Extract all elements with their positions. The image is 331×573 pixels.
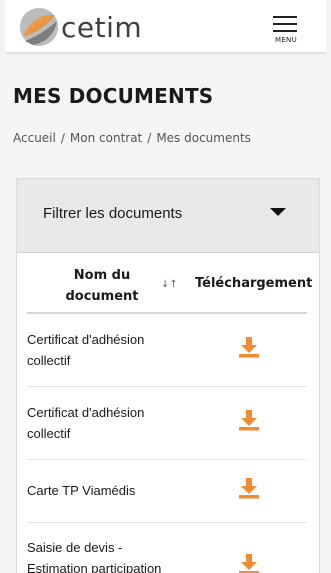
document-name-line: Carte TP Viamédis: [27, 483, 136, 498]
document-name-line: Estimation participation: [27, 561, 162, 573]
breadcrumb: Accueil / Mon contrat / Mes documents: [13, 131, 251, 145]
hamburger-icon-bar: [273, 30, 297, 32]
column-header-name-line2: document: [65, 289, 139, 304]
column-header-download: Téléchargement: [195, 276, 313, 291]
hamburger-icon-bar: [273, 23, 297, 25]
filter-toggle[interactable]: Filtrer les documents: [17, 179, 319, 253]
download-icon[interactable]: [238, 477, 260, 499]
breadcrumb-home-link[interactable]: Accueil: [13, 131, 56, 145]
breadcrumb-separator: /: [60, 131, 65, 145]
download-icon[interactable]: [238, 409, 260, 431]
breadcrumb-separator: /: [147, 131, 152, 145]
top-header: cetim MENU: [5, 0, 326, 52]
download-icon[interactable]: [238, 336, 260, 358]
app-frame: cetim MENU MES DOCUMENTS Accueil / Mon con…: [5, 0, 326, 573]
breadcrumb-current: Mes documents: [156, 131, 251, 145]
table-row: Certificat d'adhésion collectif: [27, 387, 307, 460]
document-name-line: Saisie de devis -: [27, 540, 123, 555]
documents-card: Filtrer les documents Nom du document ↓↑…: [16, 178, 320, 573]
document-name-line: Certificat d'adhésion: [27, 405, 145, 420]
document-name-line: collectif: [27, 353, 71, 368]
cetim-logo-mark-icon: [19, 7, 59, 47]
download-icon[interactable]: [238, 553, 260, 573]
table-row: Saisie de devis - Estimation participati…: [27, 523, 307, 573]
page-title: MES DOCUMENTS: [13, 84, 214, 108]
hamburger-icon: [273, 16, 297, 18]
document-name: Carte TP Viamédis: [27, 480, 177, 501]
table-header: Nom du document ↓↑ Téléchargement: [17, 253, 319, 313]
table-row: Certificat d'adhésion collectif: [27, 314, 307, 387]
menu-label: MENU: [274, 36, 298, 44]
document-name: Certificat d'adhésion collectif: [27, 329, 177, 371]
sort-icon[interactable]: ↓↑: [161, 279, 178, 290]
column-header-name-line1: Nom du: [73, 268, 131, 283]
document-name: Saisie de devis - Estimation participati…: [27, 537, 187, 573]
logo-text: cetim: [61, 10, 143, 44]
breadcrumb-contract-link[interactable]: Mon contrat: [70, 131, 142, 145]
document-name: Certificat d'adhésion collectif: [27, 402, 177, 444]
filter-label: Filtrer les documents: [43, 205, 183, 222]
document-name-line: Certificat d'adhésion: [27, 332, 145, 347]
table-row: Carte TP Viamédis: [27, 460, 307, 523]
column-header-name[interactable]: Nom du document: [57, 265, 147, 307]
caret-down-icon: [270, 208, 286, 216]
document-name-line: collectif: [27, 426, 71, 441]
cetim-logo[interactable]: cetim: [19, 7, 142, 47]
menu-button[interactable]: MENU: [273, 14, 299, 46]
